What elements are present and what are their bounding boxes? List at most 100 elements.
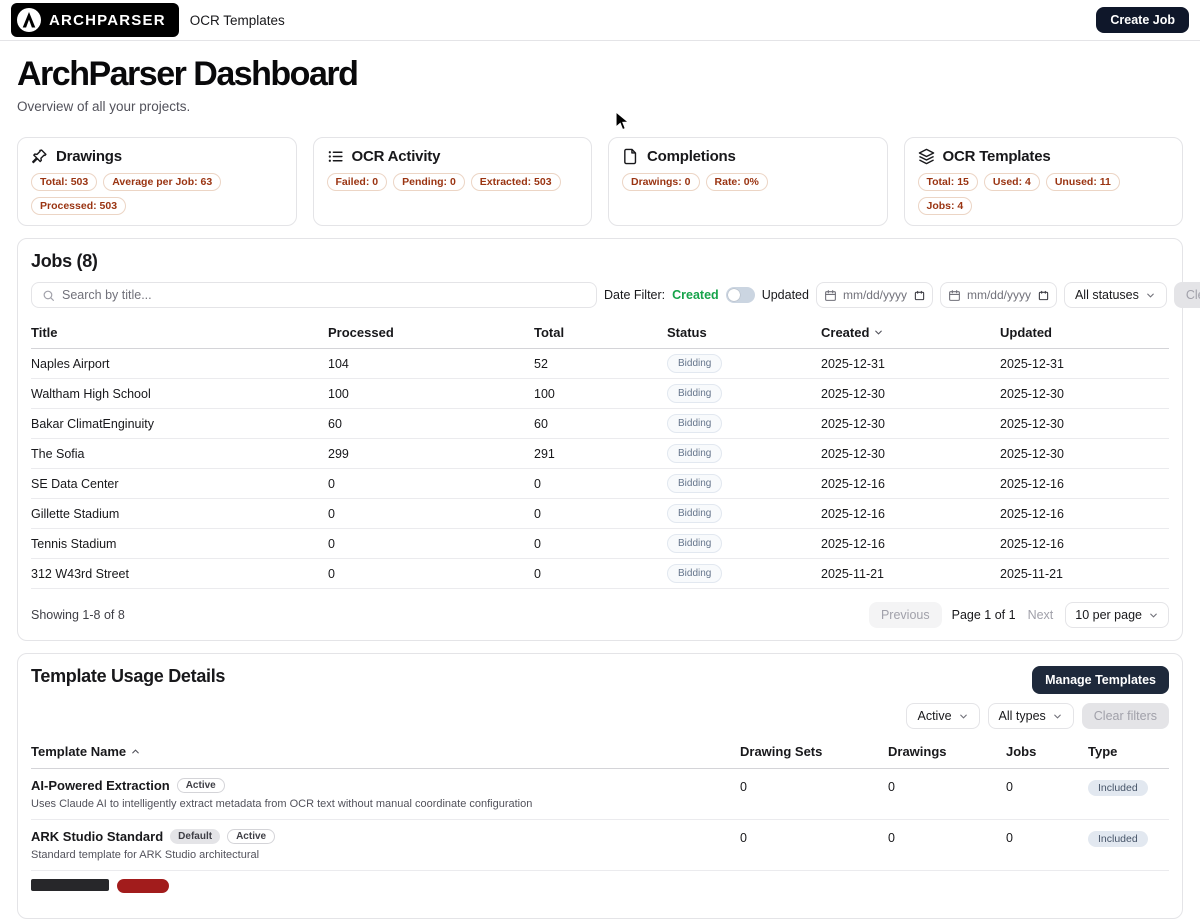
- results-count: Showing 1-8 of 8: [31, 608, 125, 622]
- status-filter-value: All statuses: [1075, 288, 1139, 302]
- chevron-down-icon: [1145, 290, 1156, 301]
- next-page-button[interactable]: Next: [1026, 602, 1056, 628]
- job-updated: 2025-12-16: [1000, 477, 1169, 491]
- template-drawing-sets: 0: [740, 829, 888, 845]
- date-filter-created-label[interactable]: Created: [672, 288, 719, 302]
- column-header-type[interactable]: Type: [1088, 744, 1169, 759]
- date-picker-indicator-icon[interactable]: [1038, 290, 1049, 301]
- type-badge: Included: [1088, 831, 1148, 847]
- templates-filter-row: Active All types Clear filters: [31, 703, 1169, 729]
- job-created: 2025-12-31: [821, 357, 1000, 371]
- stat-badge: Processed: 503: [31, 197, 126, 215]
- default-badge: Default: [170, 829, 220, 844]
- active-badge: Active: [227, 829, 275, 844]
- jobs-clear-filters-button[interactable]: Clear filters: [1174, 282, 1200, 308]
- template-description: Standard template for ARK Studio archite…: [31, 849, 740, 861]
- sort-desc-icon: [873, 327, 884, 338]
- stat-badge: Total: 15: [918, 173, 978, 191]
- top-navbar: ARCHPARSER OCR Templates Create Job: [0, 0, 1200, 41]
- table-row: ARK Studio Standard Default Active Stand…: [31, 820, 1169, 871]
- table-row: AI-Powered Extraction Active Uses Claude…: [31, 769, 1169, 820]
- column-header-total[interactable]: Total: [534, 325, 667, 340]
- calendar-icon: [948, 289, 961, 302]
- date-filter-updated-label[interactable]: Updated: [762, 288, 809, 302]
- active-filter-dropdown[interactable]: Active: [906, 703, 979, 729]
- active-badge: Active: [177, 778, 225, 793]
- jobs-title: Jobs (8): [31, 251, 1169, 272]
- job-processed: 0: [328, 507, 534, 521]
- job-title-link[interactable]: Naples Airport: [31, 357, 328, 371]
- job-title-link[interactable]: Tennis Stadium: [31, 537, 328, 551]
- job-total: 52: [534, 357, 667, 371]
- templates-table-header: Template Name Drawing Sets Drawings Jobs…: [31, 740, 1169, 769]
- job-created: 2025-12-30: [821, 417, 1000, 431]
- column-header-updated[interactable]: Updated: [1000, 325, 1169, 340]
- job-processed: 100: [328, 387, 534, 401]
- job-total: 100: [534, 387, 667, 401]
- type-filter-dropdown[interactable]: All types: [988, 703, 1074, 729]
- date-picker-indicator-icon[interactable]: [914, 290, 925, 301]
- templates-clear-filters-button[interactable]: Clear filters: [1082, 703, 1169, 729]
- stat-card-title: OCR Activity: [352, 148, 441, 165]
- job-title-link[interactable]: The Sofia: [31, 447, 328, 461]
- date-filter-toggle[interactable]: [726, 287, 755, 303]
- template-jobs: 0: [1006, 778, 1088, 794]
- column-header-template-name[interactable]: Template Name: [31, 744, 740, 759]
- date-from-placeholder: mm/dd/yyyy: [843, 288, 907, 302]
- job-processed: 0: [328, 537, 534, 551]
- table-row: 312 W43rd Street 0 0 Bidding 2025-11-21 …: [31, 559, 1169, 589]
- date-from-input[interactable]: mm/dd/yyyy: [816, 282, 933, 308]
- column-header-status[interactable]: Status: [667, 325, 821, 340]
- job-title-link[interactable]: SE Data Center: [31, 477, 328, 491]
- toggle-knob: [728, 289, 740, 301]
- job-title-link[interactable]: Gillette Stadium: [31, 507, 328, 521]
- job-created: 2025-12-30: [821, 447, 1000, 461]
- column-header-title[interactable]: Title: [31, 325, 328, 340]
- job-updated: 2025-12-30: [1000, 387, 1169, 401]
- job-created: 2025-12-16: [821, 507, 1000, 521]
- job-total: 0: [534, 507, 667, 521]
- layers-icon: [918, 148, 935, 165]
- column-header-drawings[interactable]: Drawings: [888, 744, 1006, 759]
- stat-badge: Total: 503: [31, 173, 97, 191]
- brand-logo[interactable]: ARCHPARSER: [11, 3, 179, 37]
- job-title-link[interactable]: Waltham High School: [31, 387, 328, 401]
- column-header-created[interactable]: Created: [821, 325, 1000, 340]
- create-job-button[interactable]: Create Job: [1096, 7, 1189, 33]
- column-header-processed[interactable]: Processed: [328, 325, 534, 340]
- template-name[interactable]: AI-Powered Extraction: [31, 778, 170, 793]
- manage-templates-button[interactable]: Manage Templates: [1032, 666, 1169, 694]
- job-title-link[interactable]: Bakar ClimatEnginuity: [31, 417, 328, 431]
- template-drawings: 0: [888, 829, 1006, 845]
- job-updated: 2025-12-30: [1000, 447, 1169, 461]
- stats-row: Drawings Total: 503 Average per Job: 63 …: [17, 137, 1183, 226]
- date-to-placeholder: mm/dd/yyyy: [967, 288, 1031, 302]
- job-title-link[interactable]: 312 W43rd Street: [31, 567, 328, 581]
- chevron-down-icon: [958, 711, 969, 722]
- per-page-dropdown[interactable]: 10 per page: [1065, 602, 1169, 628]
- stat-badge: Rate: 0%: [706, 173, 768, 191]
- status-badge: Bidding: [667, 354, 722, 373]
- jobs-section: Jobs (8) Date Filter: Created Updated mm…: [17, 238, 1183, 641]
- job-created: 2025-12-30: [821, 387, 1000, 401]
- job-total: 0: [534, 567, 667, 581]
- previous-page-button[interactable]: Previous: [869, 602, 942, 628]
- document-icon: [622, 148, 639, 165]
- jobs-table: Title Processed Total Status Created Upd…: [31, 321, 1169, 589]
- jobs-table-header: Title Processed Total Status Created Upd…: [31, 321, 1169, 349]
- column-header-jobs[interactable]: Jobs: [1006, 744, 1088, 759]
- status-badge: Bidding: [667, 474, 722, 493]
- status-badge: Bidding: [667, 414, 722, 433]
- status-filter-dropdown[interactable]: All statuses: [1064, 282, 1167, 308]
- job-processed: 0: [328, 477, 534, 491]
- column-header-drawing-sets[interactable]: Drawing Sets: [740, 744, 888, 759]
- stat-badge: Failed: 0: [327, 173, 388, 191]
- template-name[interactable]: ARK Studio Standard: [31, 829, 163, 844]
- archparser-logo-icon: [16, 7, 42, 33]
- stat-card-ocr-templates: OCR Templates Total: 15 Used: 4 Unused: …: [904, 137, 1184, 226]
- stat-card-title: Drawings: [56, 148, 122, 165]
- brand-name: ARCHPARSER: [49, 12, 166, 29]
- job-created: 2025-12-16: [821, 537, 1000, 551]
- search-input[interactable]: [62, 288, 586, 302]
- date-to-input[interactable]: mm/dd/yyyy: [940, 282, 1057, 308]
